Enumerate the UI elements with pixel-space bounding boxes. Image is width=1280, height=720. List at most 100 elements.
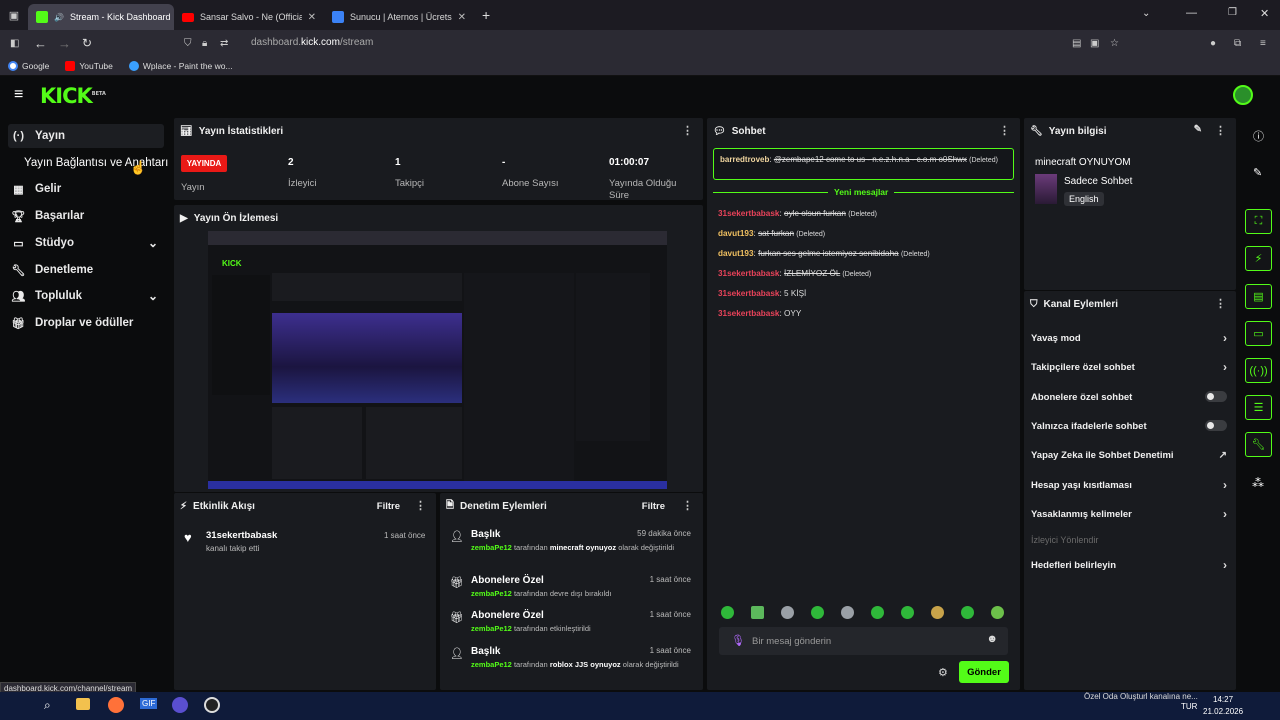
action-goals[interactable]: Hedefleri belirleyin › xyxy=(1031,558,1227,572)
action-slow-mode[interactable]: Yavaş mod › xyxy=(1031,331,1227,345)
sidebar-item-basarilar[interactable]: 🏆︎ Başarılar xyxy=(8,204,164,228)
action-followers-only[interactable]: Takipçilere özel sohbet › xyxy=(1031,360,1227,374)
rail-button-broadcast[interactable]: ((·)) xyxy=(1245,358,1272,383)
more-options-icon[interactable]: ⋮ xyxy=(682,124,693,137)
chat-username[interactable]: barredtroveb xyxy=(720,155,769,164)
close-window-icon[interactable]: ✕ xyxy=(1260,7,1269,20)
bookmark-wplace[interactable]: Wplace - Paint the wo... xyxy=(128,60,233,71)
moderation-user[interactable]: zembaPe12 xyxy=(471,660,512,669)
rail-button-chat[interactable]: ▭ xyxy=(1245,321,1272,346)
emote-icon[interactable] xyxy=(991,606,1004,619)
reload-icon[interactable]: ↻ xyxy=(82,36,92,50)
tab-kick-dashboard[interactable]: 🔊 Stream - Kick Dashboard ✕ xyxy=(28,4,174,30)
back-icon[interactable]: ← xyxy=(34,36,47,51)
tab-aternos[interactable]: Sunucu | Aternos | Ücretsiz Minecraft Su… xyxy=(324,4,474,30)
obs-icon[interactable] xyxy=(204,697,220,713)
permissions-icon[interactable]: ⇄ xyxy=(220,38,228,49)
emote-icon[interactable] xyxy=(721,606,734,619)
sidebar-item-topluluk[interactable]: 👥︎ Topluluk ⌄ xyxy=(8,284,164,308)
more-options-icon[interactable]: ⋮ xyxy=(999,124,1010,137)
maximize-icon[interactable]: ❐ xyxy=(1228,7,1237,18)
url-field[interactable]: dashboard.kick.com/stream xyxy=(251,37,373,48)
chat-username[interactable]: davut193 xyxy=(718,249,754,258)
rail-button-lightning[interactable]: ⚡︎ xyxy=(1245,246,1272,271)
chevron-down-icon[interactable]: ⌄ xyxy=(148,289,158,303)
more-options-icon[interactable]: ⋮ xyxy=(682,499,693,512)
tab-youtube[interactable]: Sansar Salvo - Ne (Official Video) ✕ xyxy=(174,4,324,30)
bookmark-star-icon[interactable]: ☆ xyxy=(1110,38,1119,49)
account-icon[interactable]: ● xyxy=(1210,38,1216,49)
search-icon[interactable]: ⌕ xyxy=(44,698,51,713)
emote-icon[interactable] xyxy=(751,606,764,619)
emote-icon[interactable] xyxy=(781,606,794,619)
chat-username[interactable]: 31sekertbabask xyxy=(718,269,779,278)
app-icon[interactable] xyxy=(172,697,188,713)
emote-icon[interactable] xyxy=(901,606,914,619)
bookmark-youtube[interactable]: YouTube xyxy=(65,60,113,71)
emote-icon[interactable] xyxy=(931,606,944,619)
close-tab-icon[interactable]: ✕ xyxy=(308,12,316,23)
moderation-user[interactable]: zembaPe12 xyxy=(471,543,512,552)
chat-username[interactable]: 31sekertbabask xyxy=(718,289,779,298)
hamburger-menu-icon[interactable]: ≡ xyxy=(14,86,23,104)
notification-text[interactable]: Özel Oda Oluşturl kanalına ne... xyxy=(1084,692,1198,701)
screenshot-icon[interactable]: ▣ xyxy=(1090,38,1099,49)
rail-button-layout[interactable]: ☰ xyxy=(1245,395,1272,420)
bookmark-google[interactable]: Google xyxy=(8,60,49,71)
list-tabs-icon[interactable]: ⌄ xyxy=(1142,8,1150,19)
sidebar-item-studyo[interactable]: ▭ Stüdyo ⌄ xyxy=(8,231,164,255)
emotes-only-toggle[interactable] xyxy=(1205,420,1227,431)
chat-username[interactable]: 31sekertbabask xyxy=(718,309,779,318)
emote-icon[interactable] xyxy=(961,606,974,619)
emoji-icon[interactable]: ☻ xyxy=(986,633,998,645)
category-name[interactable]: Sadece Sohbet xyxy=(1064,176,1132,187)
info-icon[interactable]: ⓘ xyxy=(1253,128,1264,144)
sidebar-item-droplar[interactable]: 🎁︎ Droplar ve ödüller xyxy=(8,311,164,335)
filter-button[interactable]: Filtre xyxy=(377,501,400,512)
pencil-icon[interactable]: ✎ xyxy=(1253,166,1262,179)
moderation-user[interactable]: zembaPe12 xyxy=(471,589,512,598)
rail-button-screenshot[interactable]: ⛶ xyxy=(1245,209,1272,234)
reader-view-icon[interactable]: ▤ xyxy=(1072,38,1081,49)
filter-button[interactable]: Filtre xyxy=(642,501,665,512)
action-ai-moderation[interactable]: Yapay Zeka ile Sohbet Denetimi ↗ xyxy=(1031,450,1227,461)
close-tab-icon[interactable]: ✕ xyxy=(458,12,466,23)
action-account-age[interactable]: Hesap yaşı kısıtlaması › xyxy=(1031,478,1227,492)
forward-icon[interactable]: → xyxy=(58,36,71,51)
sidebar-toggle-icon[interactable]: ◧ xyxy=(10,38,19,49)
edit-icon[interactable]: ✎ xyxy=(1194,124,1202,135)
app-menu-icon[interactable]: ≡ xyxy=(1260,38,1266,49)
shield-icon[interactable]: ⛉ xyxy=(184,38,192,49)
chat-username[interactable]: 31sekertbabask xyxy=(718,209,779,218)
emote-icon[interactable] xyxy=(871,606,884,619)
subscribers-only-toggle[interactable] xyxy=(1205,391,1227,402)
send-button[interactable]: Gönder xyxy=(959,661,1009,683)
rail-button-document[interactable]: ▤ xyxy=(1245,284,1272,309)
new-tab-icon[interactable]: + xyxy=(482,7,490,23)
sidebar-item-yayin[interactable]: (·) Yayın xyxy=(8,124,164,148)
sidebar-item-stream-key[interactable]: Yayın Bağlantısı ve Anahtarı xyxy=(20,151,170,175)
firefox-icon[interactable] xyxy=(108,697,124,713)
chat-input-field[interactable]: 🎙︎ Bir mesaj gönderin ☻ xyxy=(719,627,1008,655)
emote-icon[interactable] xyxy=(841,606,854,619)
chat-username[interactable]: davut193 xyxy=(718,229,754,238)
gif-app-icon[interactable]: GIF xyxy=(140,698,158,709)
user-avatar[interactable] xyxy=(1233,85,1253,105)
language-indicator[interactable]: TUR xyxy=(1181,702,1197,711)
minimize-icon[interactable]: — xyxy=(1186,7,1197,19)
stream-preview-video[interactable]: KICK xyxy=(208,231,667,489)
lock-icon[interactable]: 🔒︎ xyxy=(202,38,207,49)
moderation-user[interactable]: zembaPe12 xyxy=(471,624,512,633)
category-thumbnail[interactable] xyxy=(1035,174,1057,204)
emote-icon[interactable] xyxy=(811,606,824,619)
clock-time[interactable]: 14:27 xyxy=(1213,695,1233,704)
rail-button-tools[interactable]: 🔧︎ xyxy=(1245,432,1272,457)
more-options-icon[interactable]: ⋮ xyxy=(415,499,426,512)
more-options-icon[interactable]: ⋮ xyxy=(1215,297,1226,310)
chat-settings-icon[interactable]: ⚙ xyxy=(938,666,948,679)
activity-user[interactable]: 31sekertbabask xyxy=(206,530,277,541)
chevron-down-icon[interactable]: ⌄ xyxy=(148,236,158,250)
clock-date[interactable]: 21.02.2026 xyxy=(1203,707,1243,716)
action-banned-words[interactable]: Yasaklanmış kelimeler › xyxy=(1031,507,1227,521)
file-explorer-icon[interactable] xyxy=(76,698,90,710)
